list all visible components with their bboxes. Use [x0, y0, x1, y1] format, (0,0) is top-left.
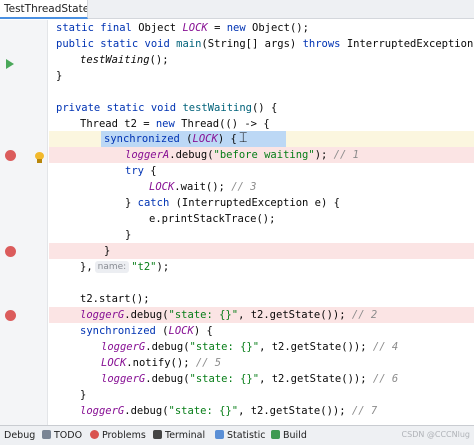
tool-build[interactable]: Build: [271, 426, 307, 445]
code-line: public static void main(String[] args) t…: [56, 38, 474, 50]
tool-window-bar: Debug TODO Problems Terminal Statistic B…: [0, 425, 474, 445]
statistic-icon: [215, 430, 224, 439]
run-gutter-icon[interactable]: [6, 59, 14, 69]
code-line: static final Object LOCK = new Object();: [56, 22, 309, 34]
tool-problems[interactable]: Problems: [90, 426, 146, 445]
text-cursor-icon: ⌶: [239, 130, 248, 146]
tool-debug[interactable]: Debug: [4, 426, 35, 445]
list-icon: [42, 430, 51, 439]
parameter-name-hint: name:: [94, 261, 130, 273]
terminal-icon: [153, 430, 162, 439]
tab-test-thread-state[interactable]: TestThreadState.java: [0, 0, 88, 19]
code-line: synchronized (LOCK) {: [104, 133, 237, 145]
problems-icon: [90, 430, 99, 439]
code-line: }: [125, 229, 132, 241]
tool-terminal[interactable]: Terminal: [153, 426, 205, 445]
editor-tab-bar: TestThreadState.java: [0, 0, 474, 19]
code-line: } catch (InterruptedException e) {: [125, 197, 340, 209]
code-line: LOCK.notify(); // 5: [101, 357, 222, 369]
breakpoint-line-highlight: [49, 243, 474, 259]
tool-statistic[interactable]: Statistic: [215, 426, 265, 445]
tool-todo[interactable]: TODO: [42, 426, 82, 445]
code-line: loggerG.debug("state: {}", t2.getState()…: [80, 309, 378, 321]
code-line: synchronized (LOCK) {: [80, 325, 213, 337]
code-line: }: [104, 245, 111, 257]
breakpoint-icon[interactable]: [5, 246, 16, 257]
code-line: testWaiting();: [80, 54, 169, 66]
intention-bulb-icon[interactable]: [35, 152, 44, 163]
code-line: loggerG.debug("state: {}", t2.getState()…: [101, 373, 399, 385]
code-line: try {: [125, 165, 157, 177]
breakpoint-icon[interactable]: [5, 150, 16, 161]
code-line: private static void testWaiting() {: [56, 102, 278, 114]
code-line: loggerG.debug("state: {}", t2.getState()…: [101, 341, 399, 353]
code-line: loggerA.debug("before waiting"); // 1: [125, 149, 359, 161]
code-line: t2.start();: [80, 293, 150, 305]
code-line: }: [80, 389, 87, 401]
watermark: CSDN @CCCNlug: [401, 430, 470, 439]
breakpoint-icon[interactable]: [5, 310, 16, 321]
code-line: e.printStackTrace();: [149, 213, 276, 225]
code-line: LOCK.wait(); // 3: [149, 181, 257, 193]
code-line: loggerG.debug("state: {}", t2.getState()…: [80, 405, 378, 417]
code-line: }: [56, 70, 63, 82]
build-icon: [271, 430, 280, 439]
editor-gutter[interactable]: [0, 20, 48, 425]
code-line: }, name: "t2");: [80, 261, 170, 273]
code-editor[interactable]: static final Object LOCK = new Object();…: [49, 20, 474, 425]
